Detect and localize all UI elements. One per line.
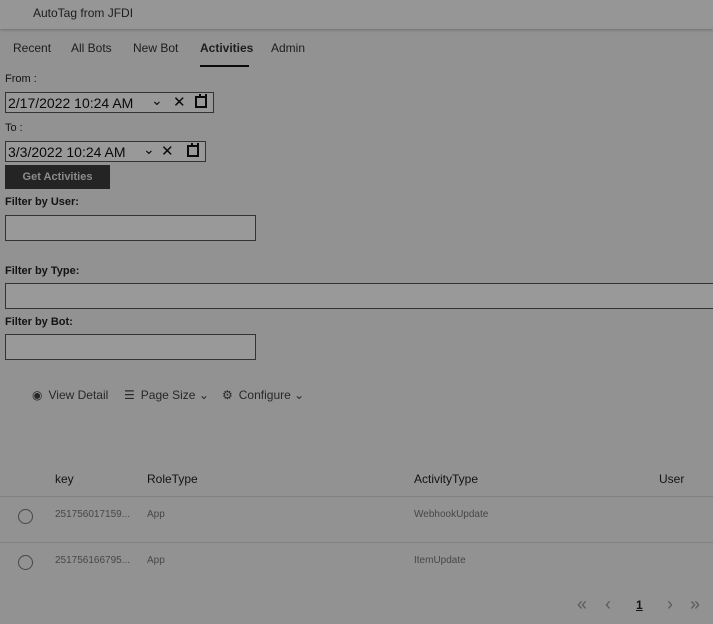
column-header-key[interactable]: key [55, 472, 74, 486]
table-row[interactable]: 251756166795... App ItemUpdate [0, 542, 713, 589]
first-page-icon[interactable]: « [577, 594, 587, 615]
page-size-button[interactable]: ☰ Page Size ⌄ [124, 388, 209, 402]
nav-tabs: Recent All Bots New Bot Activities Admin [0, 40, 713, 67]
cell-key: 251756017159... [55, 509, 131, 520]
cell-key: 251756166795... [55, 555, 131, 566]
next-page-icon[interactable]: › [667, 594, 673, 615]
filter-bot-label: Filter by Bot: [5, 316, 73, 328]
filter-user-label: Filter by User: [5, 196, 79, 208]
from-label: From : [5, 73, 37, 85]
configure-button[interactable]: ⚙ Configure ⌄ [222, 388, 304, 402]
chevron-down-icon: ⌄ [294, 388, 305, 402]
column-header-roletype[interactable]: RoleType [147, 472, 198, 486]
tab-new-bot[interactable]: New Bot [133, 40, 178, 65]
eye-icon: ◉ [32, 388, 43, 402]
filter-user-input[interactable] [5, 215, 256, 241]
calendar-icon[interactable] [187, 143, 199, 157]
chevron-down-icon[interactable]: ⌄ [143, 141, 155, 158]
prev-page-icon[interactable]: ‹ [605, 594, 611, 615]
row-select-radio[interactable] [18, 555, 33, 570]
from-datetime-value: 2/17/2022 10:24 AM [8, 95, 134, 111]
table-header: key RoleType ActivityType User [0, 472, 713, 496]
gear-icon: ⚙ [222, 388, 233, 402]
tab-recent[interactable]: Recent [13, 40, 51, 65]
column-header-activitytype[interactable]: ActivityType [414, 472, 478, 486]
chevron-down-icon: ⌄ [198, 388, 209, 402]
clear-icon[interactable]: ✕ [161, 142, 174, 160]
row-select-radio[interactable] [18, 509, 33, 524]
filter-bot-input[interactable] [5, 334, 256, 360]
table-row[interactable]: 251756017159... App WebhookUpdate [0, 496, 713, 543]
to-label: To : [5, 122, 23, 134]
tab-activities[interactable]: Activities [200, 40, 253, 67]
page-size-label: Page Size [140, 388, 196, 402]
to-datetime-input[interactable]: 3/3/2022 10:24 AM ⌄ ✕ [5, 141, 206, 162]
get-activities-button[interactable]: Get Activities [5, 165, 110, 189]
cell-roletype: App [147, 509, 165, 520]
filter-type-input[interactable] [5, 283, 713, 309]
list-icon: ☰ [124, 388, 135, 402]
tab-all-bots[interactable]: All Bots [71, 40, 112, 65]
page-number[interactable]: 1 [636, 598, 643, 612]
cell-roletype: App [147, 555, 165, 566]
filter-type-label: Filter by Type: [5, 265, 80, 277]
chevron-down-icon[interactable]: ⌄ [151, 92, 163, 109]
app-header: AutoTag from JFDI [0, 0, 713, 29]
cell-activitytype: WebhookUpdate [414, 509, 489, 520]
view-detail-label: View Detail [48, 388, 109, 402]
column-header-user[interactable]: User [659, 472, 684, 486]
tab-admin[interactable]: Admin [271, 40, 305, 65]
app-title: AutoTag from JFDI [33, 6, 134, 20]
cell-activitytype: ItemUpdate [414, 555, 466, 566]
configure-label: Configure [238, 388, 291, 402]
view-detail-button[interactable]: ◉ View Detail [32, 388, 108, 402]
to-datetime-value: 3/3/2022 10:24 AM [8, 144, 126, 160]
clear-icon[interactable]: ✕ [173, 93, 186, 111]
from-datetime-input[interactable]: 2/17/2022 10:24 AM ⌄ ✕ [5, 92, 214, 113]
calendar-icon[interactable] [195, 94, 207, 108]
last-page-icon[interactable]: » [690, 594, 700, 615]
